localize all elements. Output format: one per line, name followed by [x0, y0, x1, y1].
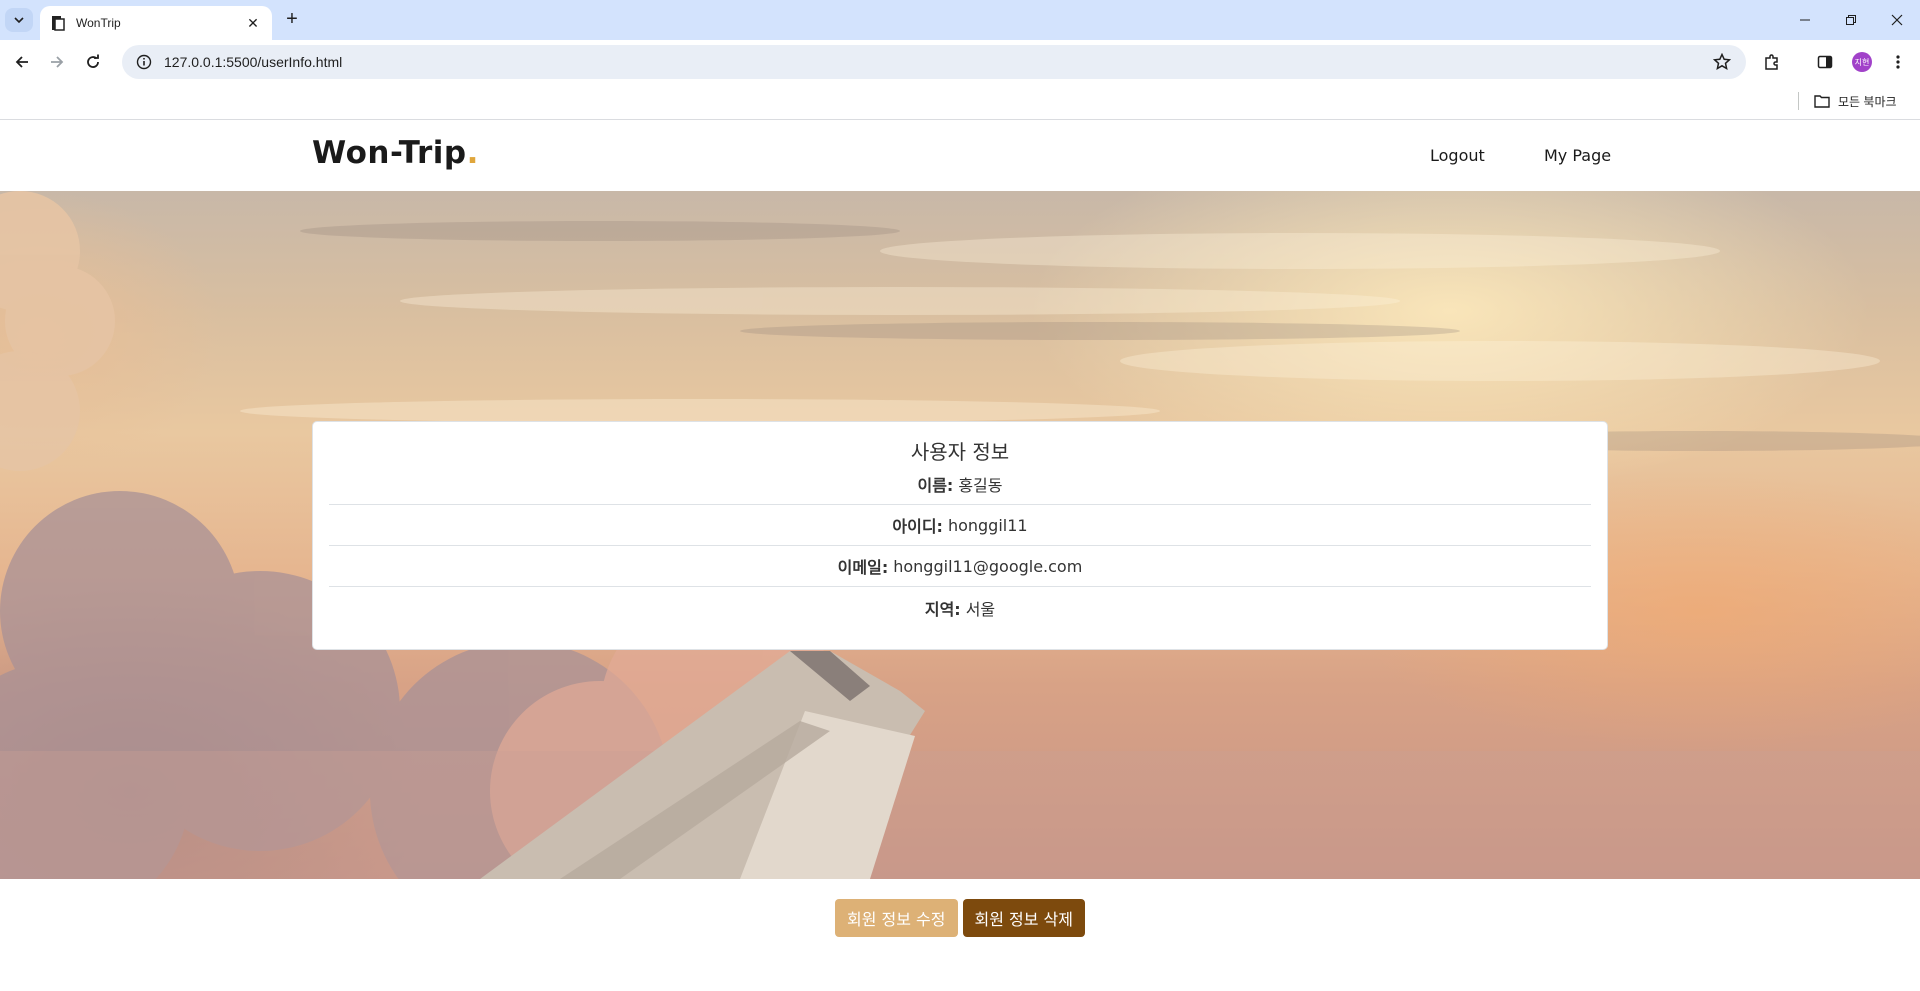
forward-button[interactable]	[43, 48, 71, 76]
info-row-email: 이메일: honggil11@google.com	[329, 546, 1591, 587]
side-panel-button[interactable]	[1811, 48, 1839, 76]
region-value: 서울	[965, 599, 996, 619]
url-text: 127.0.0.1:5500/userInfo.html	[164, 54, 343, 70]
site-info-icon[interactable]	[136, 54, 152, 70]
region-label: 지역:	[924, 599, 961, 619]
info-row-region: 지역: 서울	[329, 587, 1591, 628]
browser-menu-button[interactable]	[1884, 48, 1912, 76]
nav-mypage-link[interactable]: My Page	[1544, 146, 1611, 165]
arrow-left-icon	[15, 56, 28, 68]
browser-tab-strip: WonTrip ✕ +	[0, 0, 1920, 40]
close-window-button[interactable]	[1874, 0, 1920, 40]
delete-profile-button[interactable]: 회원 정보 삭제	[962, 899, 1085, 937]
id-label: 아이디:	[892, 517, 943, 536]
tab-search-button[interactable]	[5, 8, 33, 32]
tab-close-icon[interactable]: ✕	[244, 15, 262, 32]
name-label: 이름:	[917, 476, 954, 495]
puzzle-icon	[1765, 54, 1778, 70]
card-title: 사용자 정보	[910, 440, 1010, 464]
email-value: honggil11@google.com	[893, 556, 1083, 576]
folder-icon	[1814, 95, 1830, 108]
info-row-name: 이름: 홍길동	[329, 464, 1591, 505]
more-vertical-icon	[1896, 55, 1900, 69]
bookmarks-divider	[1798, 92, 1799, 110]
side-panel-icon	[1817, 55, 1833, 69]
restore-button[interactable]	[1828, 0, 1874, 40]
brand-name: Won-Trip	[312, 135, 467, 171]
all-bookmarks-label: 모든 북마크	[1838, 94, 1897, 109]
brand-dot: .	[466, 135, 479, 171]
extensions-button[interactable]	[1758, 48, 1786, 76]
site-logo[interactable]: Won-Trip.	[312, 135, 479, 171]
all-bookmarks-button[interactable]: 모든 북마크	[1814, 90, 1897, 112]
new-tab-button[interactable]: +	[281, 9, 303, 31]
address-bar[interactable]: 127.0.0.1:5500/userInfo.html	[122, 45, 1746, 79]
site-header: Won-Trip. Logout My Page	[0, 121, 1920, 191]
nav-logout-link[interactable]: Logout	[1430, 146, 1485, 165]
email-label: 이메일:	[837, 558, 889, 577]
reload-button[interactable]	[79, 48, 107, 76]
browser-tab[interactable]: WonTrip ✕	[40, 6, 272, 40]
tab-title: WonTrip	[76, 16, 121, 30]
minimize-icon	[1800, 19, 1810, 21]
restore-icon	[1846, 15, 1856, 25]
reload-icon	[87, 54, 99, 68]
edit-profile-button[interactable]: 회원 정보 수정	[835, 899, 958, 937]
star-icon	[1713, 53, 1731, 71]
minimize-button[interactable]	[1782, 0, 1828, 40]
browser-toolbar: 127.0.0.1:5500/userInfo.html 지현	[0, 40, 1920, 84]
name-value: 홍길동	[958, 476, 1003, 495]
page-favicon-icon	[52, 16, 65, 31]
id-value: honggil11	[947, 515, 1028, 535]
arrow-right-icon	[51, 56, 64, 68]
action-buttons: 회원 정보 수정 회원 정보 삭제	[0, 899, 1920, 937]
info-row-id: 아이디: honggil11	[329, 505, 1591, 546]
back-button[interactable]	[8, 48, 36, 76]
chevron-down-icon	[14, 17, 24, 24]
avatar: 지현	[1852, 52, 1872, 72]
close-icon	[1891, 14, 1903, 26]
bookmark-star-button[interactable]	[1708, 48, 1736, 76]
user-info-card: 사용자 정보 이름: 홍길동 아이디: honggil11 이메일: hongg…	[312, 421, 1608, 650]
profile-button[interactable]: 지현	[1848, 48, 1876, 76]
bookmarks-bar: 모든 북마크	[0, 84, 1920, 120]
